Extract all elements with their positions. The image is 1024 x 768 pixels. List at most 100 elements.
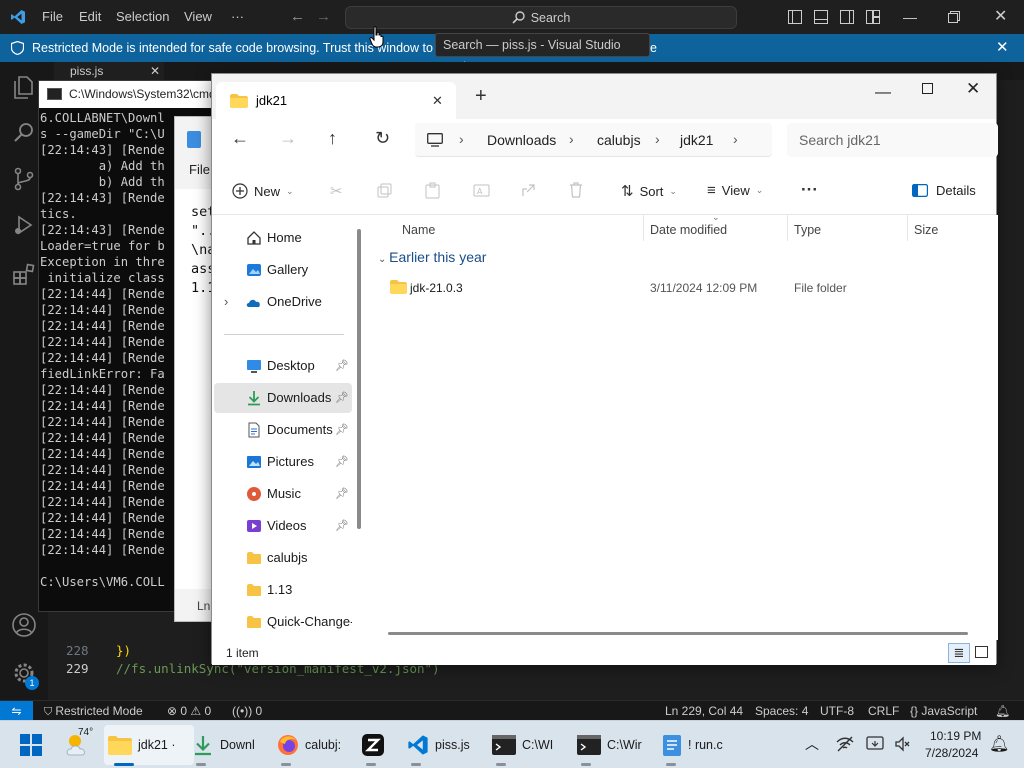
pin-icon[interactable]: 📌︎ — [335, 383, 349, 413]
breadcrumb-jdk21[interactable]: jdk21 — [680, 132, 713, 148]
sidebar-item-gallery[interactable]: Gallery — [214, 255, 352, 285]
file-explorer-window[interactable]: jdk21 ✕ + — ✕ ← → ↑ ↻ › Downloads › calu… — [211, 73, 998, 665]
column-header-type[interactable]: Type — [794, 223, 821, 237]
toggle-secondary-sidebar-icon[interactable] — [840, 10, 854, 24]
details-view-toggle[interactable]: ≣ — [948, 643, 970, 663]
sidebar-item-quick-change-i[interactable]: Quick-Change-I — [214, 607, 352, 637]
customize-layout-icon[interactable] — [866, 10, 880, 24]
pin-icon[interactable]: 📌︎ — [335, 479, 349, 509]
share-icon[interactable] — [521, 183, 536, 198]
restore-icon[interactable] — [948, 11, 960, 23]
tab-piss-js[interactable]: piss.js ✕ — [54, 62, 164, 80]
sidebar-item-onedrive[interactable]: OneDrive › — [214, 287, 352, 317]
taskbar-app-cmd[interactable]: C:\Wir — [577, 729, 642, 761]
taskbar-app-firefox[interactable]: calubj: — [277, 729, 341, 761]
close-icon[interactable]: ✕ — [966, 79, 980, 99]
network-offline-icon[interactable] — [836, 736, 854, 752]
volume-muted-icon[interactable] — [894, 735, 912, 753]
new-button[interactable]: New ⌄ — [232, 183, 294, 199]
forward-arrow-icon[interactable]: → — [316, 0, 331, 34]
paste-icon[interactable] — [425, 182, 440, 199]
menu-file[interactable]: File — [42, 0, 63, 34]
column-header-date[interactable]: Date modified — [650, 223, 727, 237]
banner-close-icon[interactable]: ✕ — [996, 34, 1009, 62]
source-control-icon[interactable] — [11, 166, 37, 192]
breadcrumb-downloads[interactable]: Downloads — [487, 132, 556, 148]
chevron-right-icon[interactable]: › — [569, 131, 574, 147]
view-button[interactable]: ≡ View ⌄ — [707, 182, 763, 199]
menu-view[interactable]: View — [184, 0, 212, 34]
notifications-bell-icon[interactable]: 🔔︎ — [989, 734, 1009, 754]
details-pane-button[interactable]: Details — [912, 183, 976, 198]
sidebar-item-calubjs[interactable]: calubjs — [214, 543, 352, 573]
column-header-size[interactable]: Size — [914, 223, 938, 237]
sort-button[interactable]: ⇅ Sort ⌄ — [621, 182, 677, 200]
phone-link-icon[interactable] — [866, 736, 884, 752]
chevron-right-icon[interactable]: › — [655, 131, 660, 147]
close-icon[interactable]: ✕ — [994, 0, 1007, 34]
sidebar-item-videos[interactable]: Videos 📌︎ — [214, 511, 352, 541]
forward-arrow-icon[interactable]: → — [279, 128, 297, 149]
encoding[interactable]: UTF-8 — [820, 701, 854, 721]
explorer-files-icon[interactable] — [11, 74, 37, 100]
maximize-icon[interactable] — [922, 83, 933, 94]
taskbar-app-folder[interactable]: jdk21 · — [108, 729, 176, 761]
chevron-right-icon[interactable]: › — [224, 287, 228, 317]
menu-selection[interactable]: Selection — [116, 0, 169, 34]
clock-time[interactable]: 10:19 PM — [930, 729, 981, 743]
sidebar-item-documents[interactable]: Documents 📌︎ — [214, 415, 352, 445]
taskbar-app-download[interactable]: Downl — [192, 729, 255, 761]
notifications-bell-icon[interactable]: 🔔︎ — [995, 701, 1010, 721]
menu-edit[interactable]: Edit — [79, 0, 101, 34]
menu-more[interactable]: ··· — [231, 0, 244, 34]
sidebar-item-downloads[interactable]: Downloads 📌︎ — [214, 383, 352, 413]
extensions-icon[interactable] — [11, 262, 37, 288]
back-arrow-icon[interactable]: ← — [231, 128, 249, 149]
notepad-menu-file[interactable]: File — [189, 162, 210, 177]
chevron-right-icon[interactable]: › — [733, 131, 738, 147]
run-debug-icon[interactable] — [11, 212, 37, 238]
group-header[interactable]: ⌄ Earlier this year — [378, 249, 486, 265]
search-box[interactable]: Search jdk21 — [787, 123, 998, 157]
column-header-name[interactable]: Name — [402, 223, 435, 237]
more-options-button[interactable]: ··· — [801, 180, 818, 200]
horizontal-scrollbar[interactable] — [388, 632, 968, 635]
line-ending[interactable]: CRLF — [868, 701, 899, 721]
file-row-jdk[interactable]: jdk-21.0.3 3/11/2024 12:09 PM File folde… — [376, 275, 976, 301]
new-tab-plus-icon[interactable]: + — [475, 85, 487, 107]
tab-close-icon[interactable]: ✕ — [432, 82, 443, 119]
command-center-search[interactable]: Search — [345, 6, 737, 29]
search-icon[interactable] — [11, 120, 37, 146]
restricted-mode-status[interactable]: ⛉ Restricted Mode — [44, 701, 143, 722]
taskbar-app-z-app[interactable] — [362, 729, 384, 761]
sidebar-item-pictures[interactable]: Pictures 📌︎ — [214, 447, 352, 477]
rename-icon[interactable]: A — [473, 183, 490, 198]
taskbar-app-cmd[interactable]: C:\WI — [492, 729, 553, 761]
cut-icon[interactable]: ✂ — [330, 182, 343, 200]
sidebar-item-music[interactable]: Music 📌︎ — [214, 479, 352, 509]
remote-indicator-icon[interactable]: ⇋ — [0, 701, 33, 720]
toggle-panel-icon[interactable] — [814, 10, 828, 24]
cursor-position[interactable]: Ln 229, Col 44 — [665, 701, 743, 721]
language-mode[interactable]: {} JavaScript — [910, 701, 977, 721]
address-bar[interactable]: › Downloads › calubjs › jdk21 › — [415, 123, 772, 157]
file-list[interactable]: Name ⌄ Date modified Type Size ⌄ Earlier… — [368, 212, 998, 640]
taskbar-app-vscode[interactable]: piss.js — [407, 729, 470, 761]
pin-icon[interactable]: 📌︎ — [335, 351, 349, 381]
tiles-view-icon[interactable] — [975, 646, 988, 658]
weather-widget[interactable]: 74° — [64, 727, 94, 761]
copy-icon[interactable] — [377, 183, 392, 198]
windows-start-icon[interactable] — [20, 734, 42, 756]
sidebar-item-desktop[interactable]: Desktop 📌︎ — [214, 351, 352, 381]
indentation[interactable]: Spaces: 4 — [755, 701, 808, 721]
taskbar-app-notepad[interactable]: ! run.c — [662, 729, 723, 761]
problems-status[interactable]: ⊗ 0 ⚠ 0 — [167, 701, 211, 721]
explorer-titlebar[interactable]: jdk21 ✕ + — ✕ — [212, 74, 996, 119]
chevron-right-icon[interactable]: › — [459, 131, 464, 147]
show-hidden-icons-chevron-icon[interactable]: ︿ — [805, 734, 819, 754]
cmd-titlebar[interactable]: C:\Windows\System32\cmd — [39, 81, 237, 108]
pin-icon[interactable]: 📌︎ — [335, 415, 349, 445]
clock-date[interactable]: 7/28/2024 — [925, 746, 978, 760]
sidebar-item-home[interactable]: Home — [214, 223, 352, 253]
pin-icon[interactable]: 📌︎ — [335, 511, 349, 541]
